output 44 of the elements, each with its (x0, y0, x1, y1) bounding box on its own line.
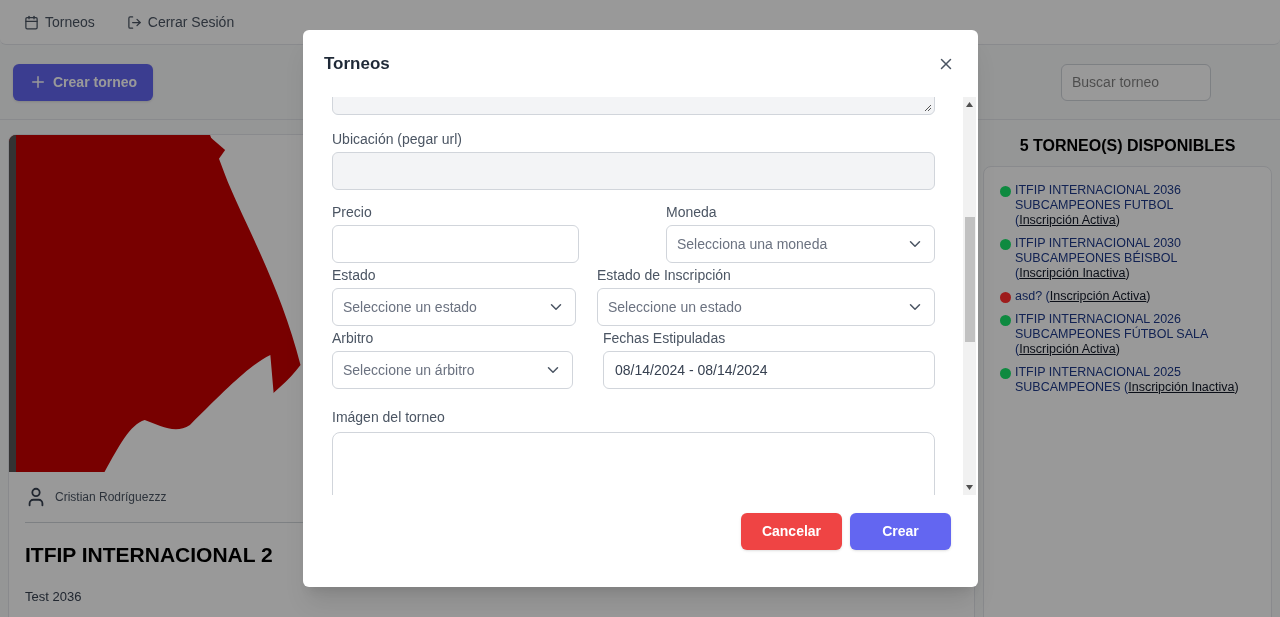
registration-link[interactable]: Inscripción Activa (1019, 342, 1116, 356)
registration-link[interactable]: Inscripción Inactiva (1019, 266, 1126, 280)
modal-title: Torneos (324, 52, 390, 75)
select-field[interactable]: Seleccione un estado (597, 288, 935, 326)
scrollbar[interactable] (963, 97, 976, 495)
author-name: Cristian Rodríguezzz (55, 489, 167, 506)
tournament-entry: ITFIP INTERNACIONAL 2030 SUBCAMPEONES BÉISBOL (Inscripción Inactiva) (1015, 236, 1183, 281)
logout-icon (126, 14, 142, 30)
field-label: Imágen del torneo (332, 408, 446, 426)
plus-icon (29, 73, 47, 91)
create-button[interactable]: Crear (850, 513, 951, 550)
registration-link[interactable]: Inscripción Activa (1019, 213, 1116, 227)
resize-handle-icon (924, 104, 932, 112)
registration-link[interactable]: Inscripción Inactiva (1128, 380, 1235, 394)
field-label: Fechas Estipuladas (603, 329, 727, 347)
search-field[interactable]: Buscar torneo (1061, 63, 1211, 101)
field-label: Estado (332, 266, 377, 284)
nav-link[interactable]: Cerrar Sesión (126, 11, 235, 33)
field-label: Precio (332, 203, 373, 221)
scroll-up-icon (966, 102, 973, 107)
select-field[interactable]: Seleccione un estado (332, 288, 576, 326)
tournament-title: ITFIP INTERNACIONAL 2 (25, 542, 274, 568)
registration-link[interactable]: Inscripción Activa (1049, 289, 1147, 303)
field-label: Arbitro (332, 329, 375, 347)
cancel-button[interactable]: Cancelar (741, 513, 842, 550)
tournament-entry: ITFIP INTERNACIONAL 2026 SUBCAMPEONES FÚTBOL SALA (Inscripción Activa) (1015, 312, 1209, 357)
scroll-thumb[interactable] (964, 217, 975, 342)
select-field[interactable]: Selecciona una moneda (666, 225, 935, 263)
tournament-entry: ITFIP INTERNACIONAL 2036 SUBCAMPEONES FUTBOL (Inscripción Activa) (1015, 183, 1183, 228)
image-drop-area[interactable] (332, 432, 935, 495)
select-field[interactable]: Seleccione un árbitro (332, 351, 573, 389)
sidebar-heading: 5 TORNEO(S) DISPONIBLES (1018, 136, 1237, 156)
tournament-entry: asd? (Inscripción Activa) (1015, 289, 1151, 304)
text-field[interactable] (332, 225, 579, 263)
tournament-description: Test 2036 (25, 587, 83, 606)
tournament-entry: ITFIP INTERNACIONAL 2025 SUBCAMPEONES (Inscripción Inactiva) (1015, 365, 1240, 395)
date-range-field[interactable]: 08/14/2024 - 08/14/2024 (603, 351, 935, 389)
create-tournament-button[interactable]: Crear torneo (13, 63, 154, 101)
nav-link[interactable]: Torneos (24, 11, 95, 33)
field-label: Estado de Inscripción (597, 266, 732, 284)
scroll-down-icon (966, 485, 973, 490)
field-label: Moneda (666, 203, 718, 221)
calendar-icon (24, 14, 39, 30)
field-label: Ubicación (pegar url) (332, 130, 463, 148)
